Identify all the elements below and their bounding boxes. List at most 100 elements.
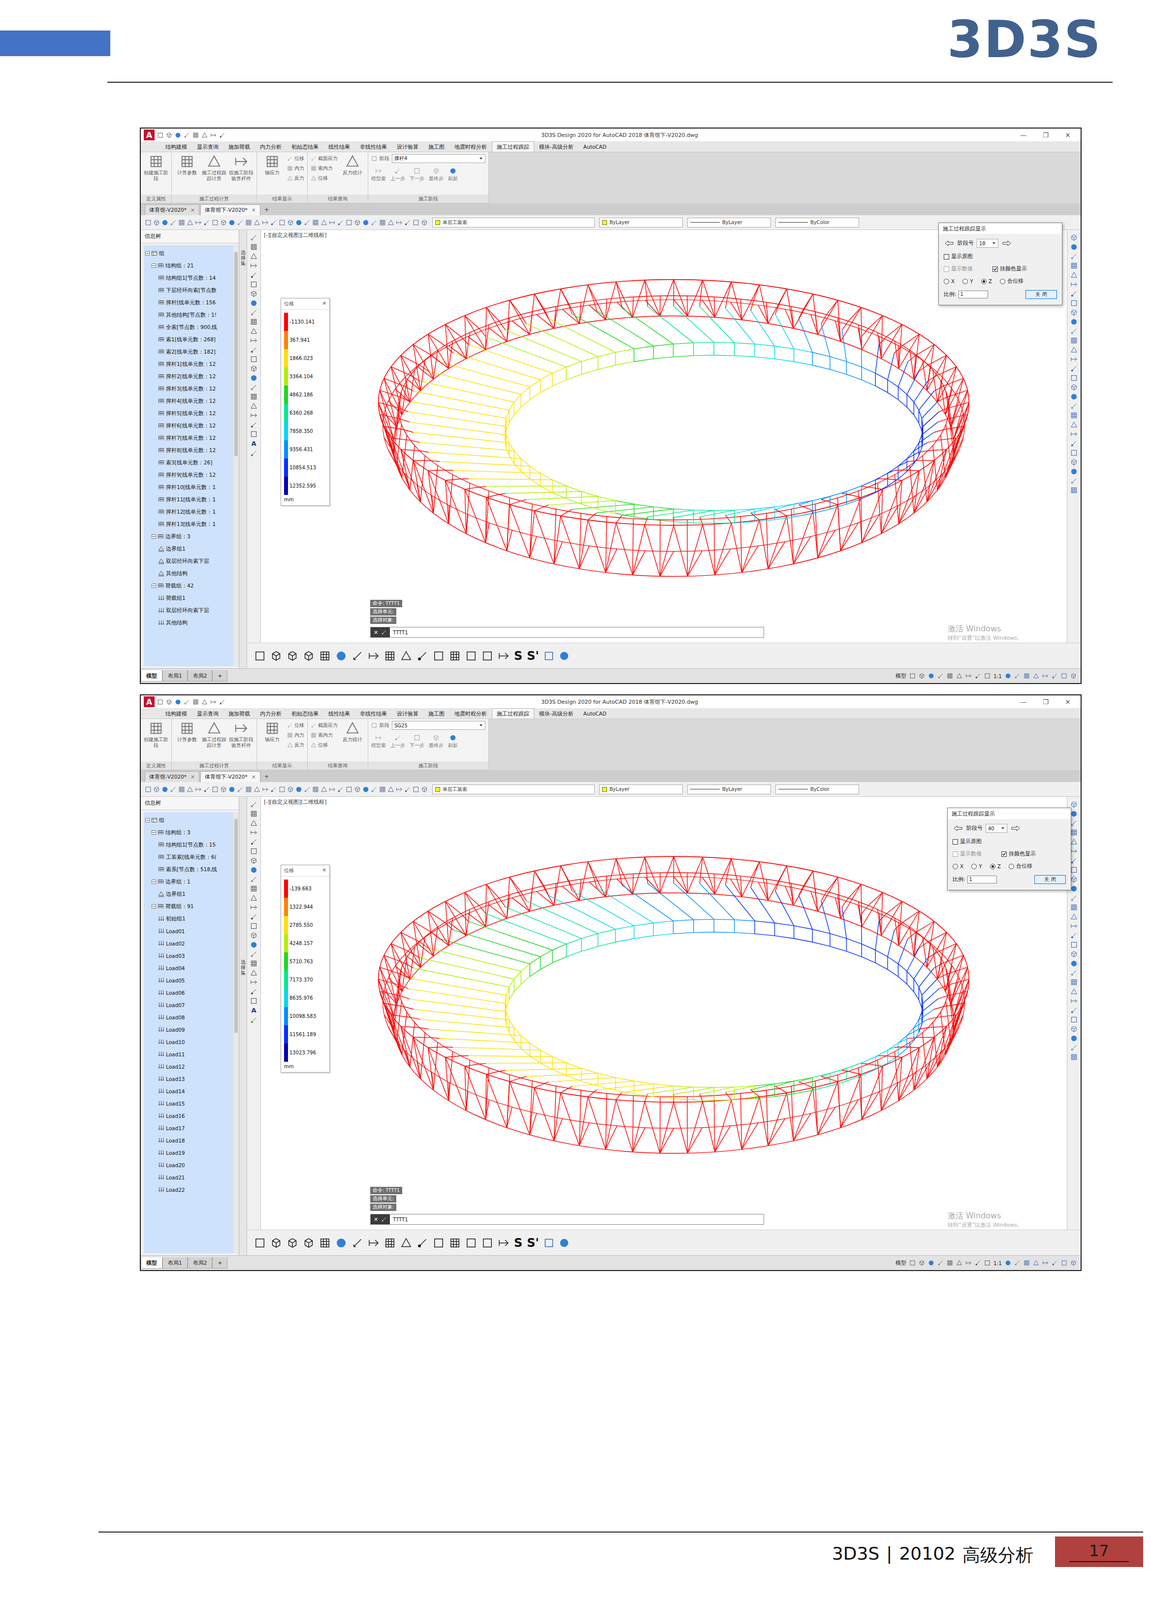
arrow-right-icon[interactable] [1010,824,1022,832]
tool-icon[interactable] [220,785,227,793]
tool-icon[interactable] [448,1236,461,1249]
window-control[interactable]: — [1013,698,1034,706]
tool-icon[interactable] [250,856,258,864]
tool-icon[interactable] [1070,987,1078,995]
tool-icon[interactable] [179,720,195,736]
tree-item[interactable]: 工装索[线单元数：6( [143,850,234,864]
tool-icon[interactable] [250,800,258,808]
tool-icon[interactable] [1070,978,1078,986]
tree-item[interactable]: Load04 [143,961,234,974]
tool-icon[interactable] [286,649,299,662]
layout-tab[interactable]: 布局1 [162,670,188,682]
tree-item[interactable]: 双层经环向索下层 [143,554,234,568]
quick-access-icon[interactable] [210,131,217,139]
tool-icon[interactable] [1070,299,1078,307]
quick-access-icon[interactable] [165,698,173,705]
status-icon[interactable] [974,1259,982,1266]
tool-icon[interactable] [1070,837,1078,846]
status-icon[interactable] [1070,1259,1077,1266]
tree-item[interactable]: Load08 [143,1010,234,1024]
tool-icon[interactable] [353,785,361,793]
status-icon[interactable] [1014,1259,1021,1266]
tool-icon[interactable] [383,1236,396,1249]
tool-icon[interactable] [367,1236,380,1249]
status-icon[interactable] [927,672,935,679]
tree-item[interactable]: 荷载组：42 [143,579,234,592]
ribbon-button[interactable]: 计算参数 [174,720,200,743]
tool-icon[interactable] [394,167,402,175]
layout-tab[interactable]: 模型 [140,1256,163,1269]
tool-icon[interactable] [375,167,383,175]
quick-access-icon[interactable] [183,131,191,139]
tool-icon[interactable] [153,219,160,226]
tool-icon[interactable] [1070,1043,1078,1052]
tool-icon[interactable] [1070,950,1078,958]
property-select[interactable]: ByColor [775,217,860,228]
status-icon[interactable] [909,1259,916,1266]
snap-letter-button[interactable]: S' [526,1236,540,1249]
tree-item[interactable]: 组 [143,247,234,260]
quick-access-icon[interactable] [192,698,199,705]
tool-icon[interactable] [264,154,280,169]
window-control[interactable]: — [1013,131,1034,139]
scrollbar[interactable] [233,245,239,667]
tool-icon[interactable] [302,649,315,662]
tool-icon[interactable] [233,720,249,736]
stage-step-button[interactable]: 模型窗 [371,734,386,749]
property-select[interactable]: ByColor [775,784,860,795]
tool-icon[interactable] [250,875,258,883]
tree-item[interactable]: 荷载组1 [143,591,234,605]
ribbon-tab[interactable]: 内力分析 [255,707,287,719]
tree-item[interactable]: 结构组：3 [143,826,234,839]
tool-icon[interactable] [295,785,303,793]
expander-icon[interactable] [151,903,157,909]
radio-button[interactable]: X [943,278,955,285]
status-icon[interactable] [1051,672,1058,679]
layout-tab[interactable]: 模型 [140,670,163,682]
tool-icon[interactable] [413,734,421,741]
app-logo[interactable]: A [143,696,155,707]
tool-icon[interactable] [345,785,353,793]
tool-icon[interactable] [169,219,177,226]
tool-icon[interactable] [144,219,152,226]
tool-icon[interactable] [250,449,258,457]
tool-icon[interactable] [220,219,227,226]
tool-icon[interactable] [250,392,258,401]
tool-icon[interactable] [1070,411,1078,419]
tool-icon[interactable] [310,722,317,729]
status-icon[interactable] [984,672,991,679]
tool-icon[interactable] [287,175,293,182]
tool-icon[interactable] [250,987,258,995]
ribbon-small-button[interactable]: 位移 [310,741,338,749]
tool-icon[interactable] [497,649,510,662]
tool-icon[interactable] [203,219,211,226]
tool-icon[interactable] [1070,903,1078,911]
status-icon[interactable] [1070,672,1077,679]
tool-icon[interactable] [481,649,494,662]
status-icon[interactable] [984,1259,991,1266]
tree-item[interactable]: Load03 [143,949,234,962]
ribbon-small-button[interactable]: 位移 [310,174,338,182]
tool-icon[interactable] [413,167,421,175]
ribbon-button[interactable]: 按施工阶段验算杆件 [228,720,254,748]
tree-item[interactable]: Load01 [143,924,234,937]
status-icon[interactable] [1023,672,1030,679]
tool-icon[interactable] [432,734,440,741]
tool-icon[interactable] [312,219,320,226]
displacement-legend[interactable]: 位移×-139.6631322.9442785.5504248.1575710.… [280,864,330,1073]
status-icon[interactable] [909,672,916,679]
stage-step-button[interactable]: 最终步 [428,734,444,749]
tree-item[interactable]: 撑杆11[线单元数：1 [143,493,234,506]
tool-icon[interactable] [250,959,258,967]
ribbon-small-button[interactable]: 反力 [287,741,305,749]
status-icon[interactable] [1023,1259,1030,1266]
tool-icon[interactable] [400,649,413,662]
tool-icon[interactable] [250,252,258,260]
tool-icon[interactable] [1070,383,1078,391]
model-canvas[interactable]: [-][自定义视图][二维线框]位移×-139.6631322.9442785.… [260,796,1067,1230]
tool-icon[interactable] [270,649,283,662]
tool-icon[interactable] [206,154,222,169]
snap-letter-button[interactable]: S [513,649,523,662]
document-tab[interactable]: 体育馆-V2020*× [144,204,200,216]
tool-icon[interactable] [250,411,258,419]
